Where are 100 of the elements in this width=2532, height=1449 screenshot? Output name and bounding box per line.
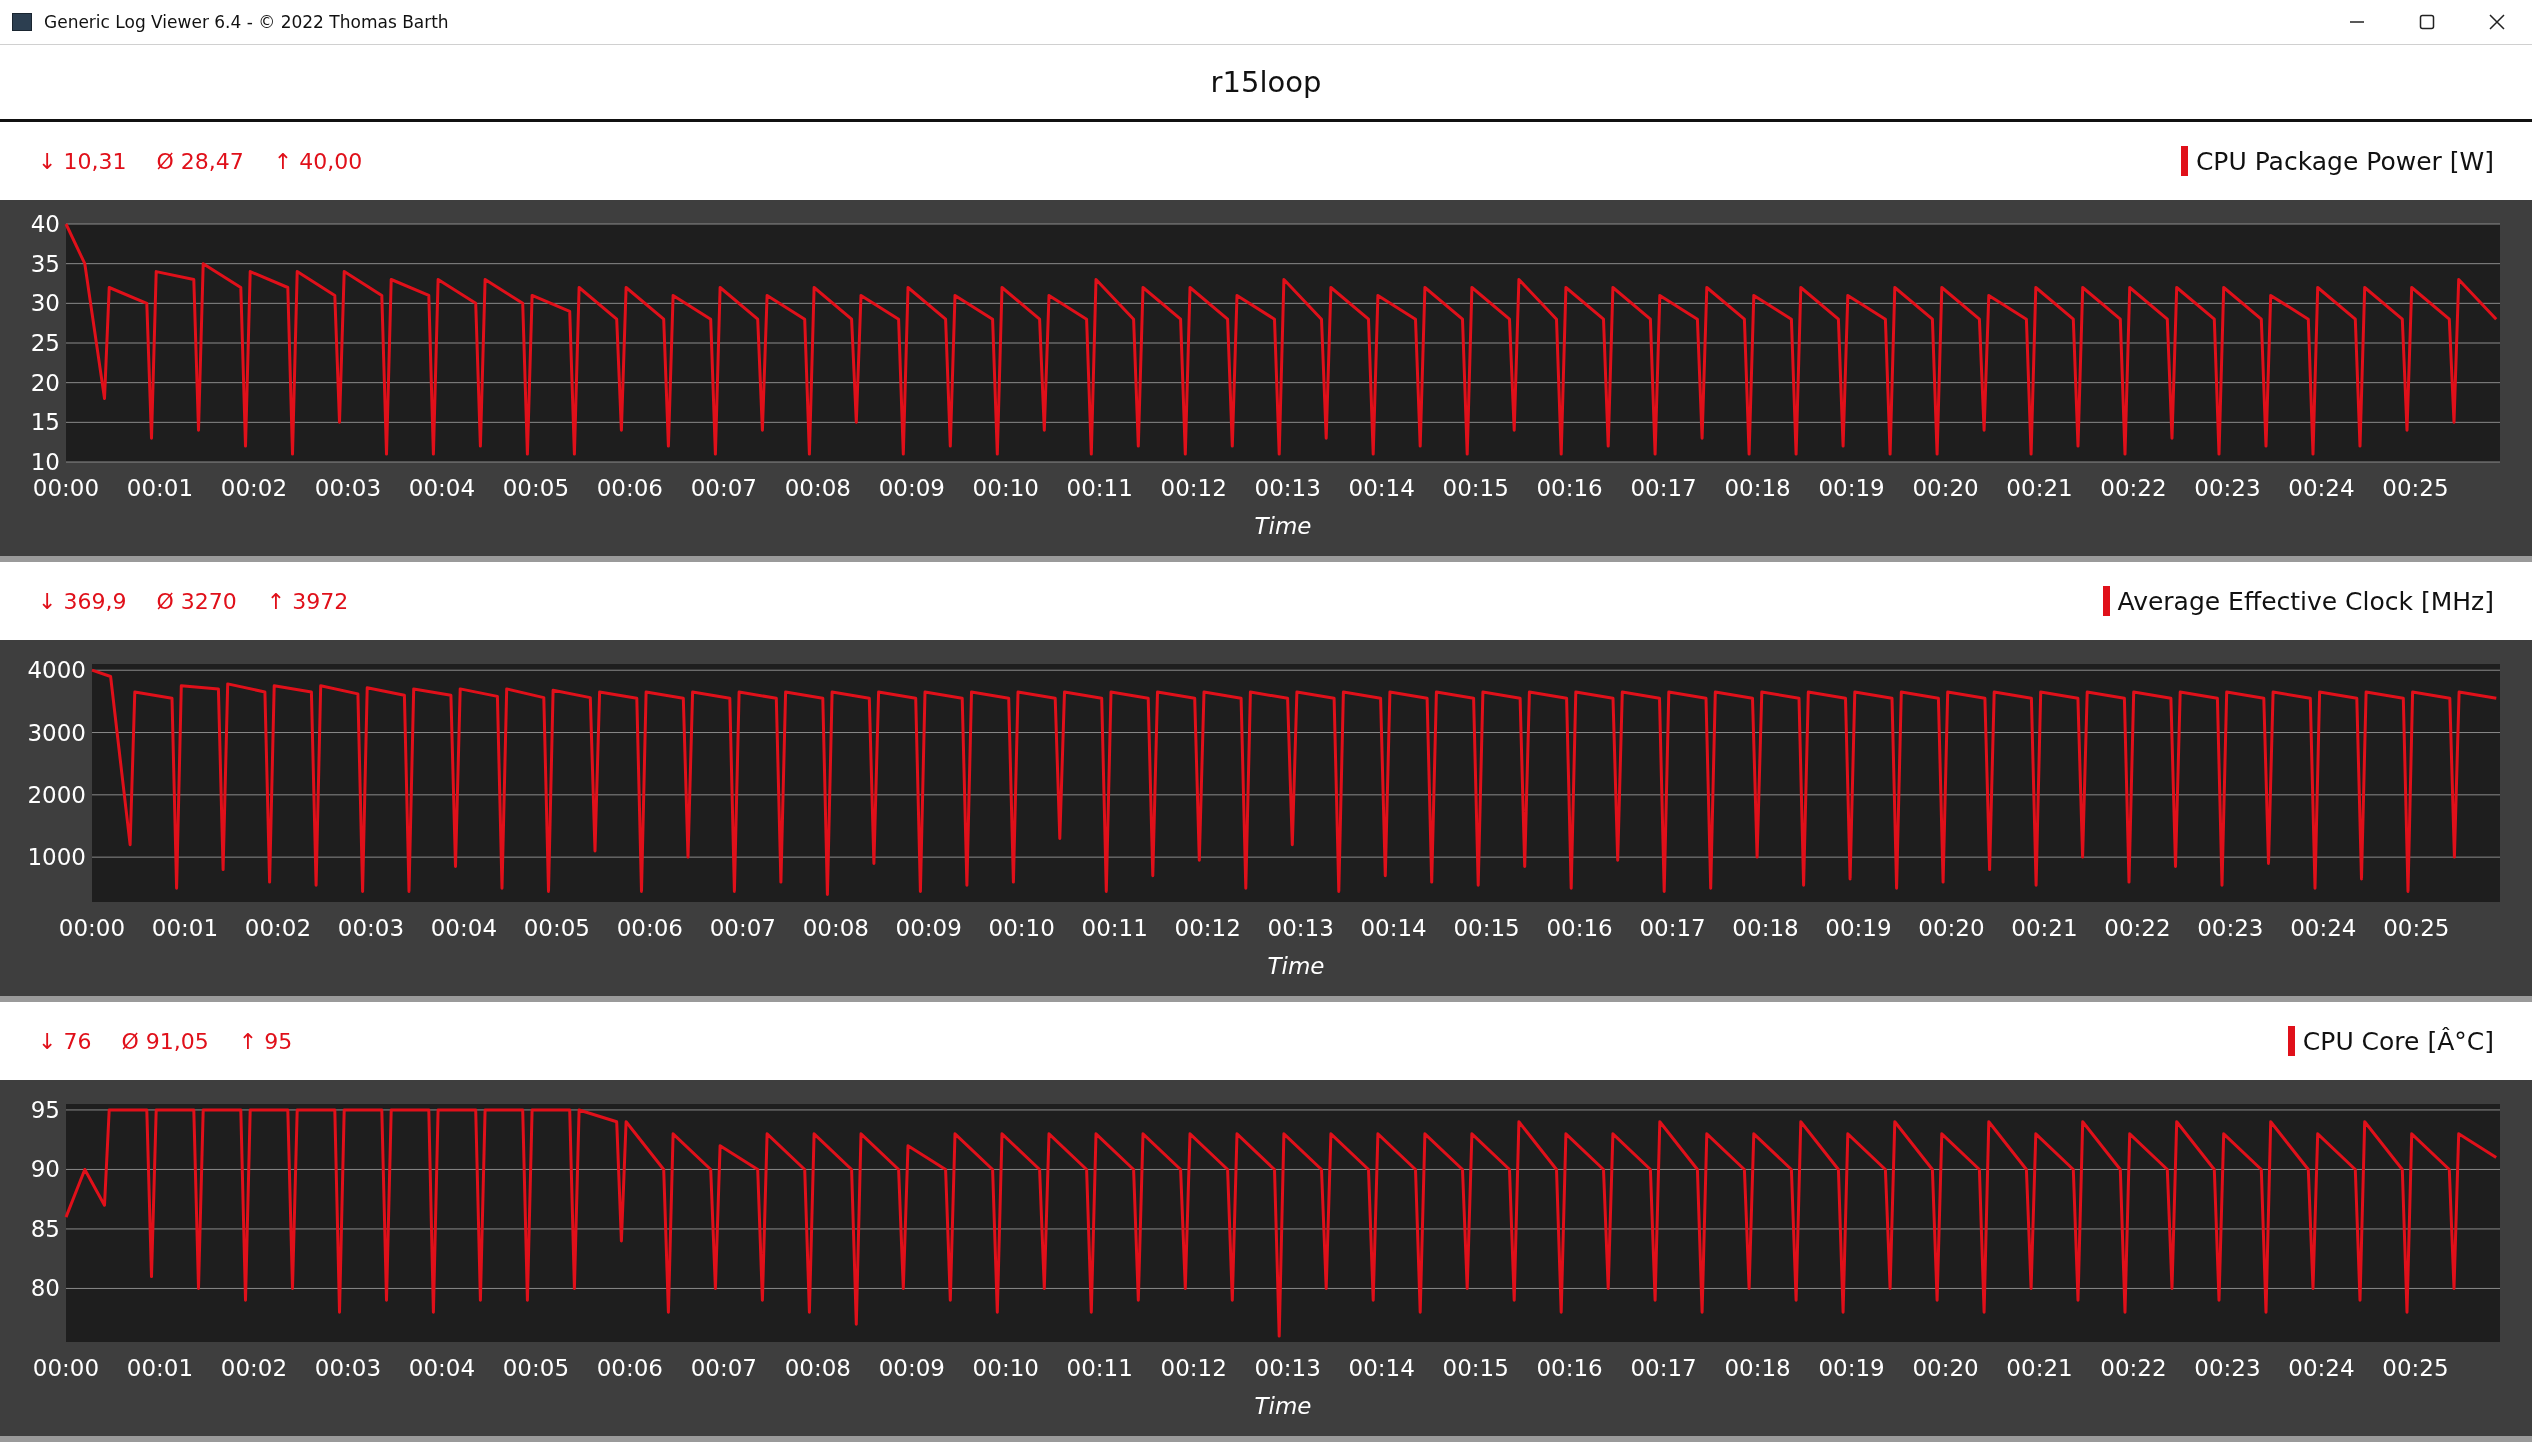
axis-tick-label: 00:15: [1453, 915, 1520, 941]
axis-tick-label: 00:15: [1442, 1355, 1509, 1381]
axis-tick-label: 00:20: [1918, 915, 1985, 941]
axis-tick-label: 00:22: [2100, 475, 2167, 501]
minimum-value: ↓ 10,31: [38, 148, 127, 174]
axis-tick-label: 00:18: [1724, 475, 1791, 501]
close-icon: [2489, 14, 2505, 30]
axis-tick-label: 00:06: [596, 1355, 663, 1381]
axis-tick-label: 00:01: [126, 1355, 194, 1381]
axis-tick-label: 00:17: [1639, 915, 1706, 941]
axis-tick-label: 3000: [27, 719, 86, 746]
axis-tick-label: 00:10: [988, 915, 1055, 941]
axis-tick-label: 00:14: [1360, 915, 1427, 941]
app-icon: [12, 13, 32, 31]
axis-tick-label: 00:06: [616, 915, 683, 941]
axis-tick-label: 00:12: [1160, 475, 1227, 501]
axis-tick-label: 00:02: [220, 475, 288, 501]
axis-tick-label: 40: [30, 211, 60, 237]
axis-tick-label: 00:00: [58, 915, 126, 941]
axis-tick-label: 00:11: [1066, 475, 1133, 501]
axis-tick-label: 00:14: [1348, 1355, 1415, 1381]
legend-label: CPU Core [Â°C]: [2302, 1026, 2494, 1056]
axis-tick-label: 00:14: [1348, 475, 1415, 501]
axis-tick-label: 00:01: [151, 915, 219, 941]
axis-tick-label: 00:03: [337, 915, 405, 941]
axis-tick-label: 00:25: [2382, 475, 2449, 501]
axis-tick-label: 00:07: [709, 915, 776, 941]
average-value: Ø 3270: [156, 588, 237, 614]
axis-tick-label: 00:07: [690, 1355, 757, 1381]
maximum-value: ↑ 40,00: [273, 148, 363, 174]
axis-tick-label: 85: [30, 1215, 60, 1242]
axis-tick-label: 00:16: [1536, 1355, 1603, 1381]
axis-tick-label: 20: [30, 369, 60, 396]
axis-tick-label: 00:05: [502, 475, 570, 501]
axis-tick-label: 25: [30, 330, 60, 356]
axis-tick-label: 00:21: [2011, 915, 2078, 941]
axis-tick-label: 00:18: [1724, 1355, 1791, 1381]
average-value: Ø 91,05: [121, 1028, 209, 1054]
axis-tick-label: 00:09: [878, 475, 945, 501]
axis-tick-label: 00:17: [1630, 1355, 1697, 1381]
axis-tick-label: 00:02: [220, 1355, 288, 1381]
axis-tick-label: 00:07: [690, 475, 757, 501]
axis-tick-label: 90: [30, 1156, 60, 1183]
axis-tick-label: 00:22: [2100, 1355, 2167, 1381]
axis-tick-label: 00:18: [1732, 915, 1799, 941]
minimum-value: ↓ 369,9: [38, 588, 127, 614]
axis-tick-label: 00:21: [2006, 1355, 2073, 1381]
maximize-icon: [2419, 14, 2435, 30]
window-title: Generic Log Viewer 6.4 - © 2022 Thomas Barth: [44, 12, 450, 32]
axis-tick-label: 00:20: [1912, 475, 1979, 501]
axis-tick-label: 00:23: [2197, 915, 2264, 941]
axis-tick-label: 00:13: [1254, 475, 1321, 501]
axis-tick-label: 00:23: [2194, 475, 2261, 501]
axis-tick-label: 00:00: [32, 475, 100, 501]
axis-tick-label: 00:04: [408, 1355, 476, 1381]
axis-tick-label: 00:08: [784, 1355, 851, 1381]
axis-title: Time: [1254, 513, 1312, 539]
minimize-icon: [2350, 21, 2364, 23]
axis-tick-label: 00:25: [2382, 1355, 2449, 1381]
axis-tick-label: 00:16: [1536, 475, 1603, 501]
legend-label: CPU Package Power [W]: [2195, 146, 2494, 176]
axis-tick-label: 00:01: [126, 475, 194, 501]
axis-tick-label: 1000: [27, 844, 86, 871]
axis-tick-label: 00:11: [1081, 915, 1148, 941]
axis-tick-label: 80: [30, 1275, 60, 1302]
axis-tick-label: 00:10: [972, 1355, 1039, 1381]
axis-tick-label: 30: [30, 290, 60, 317]
axis-tick-label: 00:11: [1066, 1355, 1133, 1381]
legend-label: Average Effective Clock [MHz]: [2117, 586, 2494, 616]
axis-tick-label: 2000: [27, 781, 86, 808]
axis-tick-label: 95: [30, 1096, 60, 1123]
axis-tick-label: 00:02: [244, 915, 312, 941]
axis-tick-label: 00:19: [1825, 915, 1892, 941]
axis-tick-label: 00:05: [502, 1355, 570, 1381]
axis-tick-label: 00:04: [408, 475, 476, 501]
axis-tick-label: 00:23: [2194, 1355, 2261, 1381]
axis-tick-label: 00:25: [2383, 915, 2450, 941]
axis-tick-label: 00:20: [1912, 1355, 1979, 1381]
axis-tick-label: 00:17: [1630, 475, 1697, 501]
axis-tick-label: 00:03: [314, 1355, 382, 1381]
axis-title: Time: [1254, 1393, 1312, 1419]
axis-tick-label: 00:19: [1818, 475, 1885, 501]
axis-tick-label: 00:08: [802, 915, 869, 941]
axis-tick-label: 00:24: [2288, 1355, 2355, 1381]
axis-tick-label: 00:15: [1442, 475, 1509, 501]
axis-tick-label: 00:24: [2290, 915, 2357, 941]
axis-tick-label: 00:19: [1818, 1355, 1885, 1381]
maximum-value: ↑ 95: [238, 1028, 293, 1054]
axis-tick-label: 00:22: [2104, 915, 2171, 941]
axis-tick-label: 00:03: [314, 475, 382, 501]
maximum-value: ↑ 3972: [266, 588, 349, 614]
axis-tick-label: 00:13: [1254, 1355, 1321, 1381]
axis-title: Time: [1267, 953, 1325, 979]
average-value: Ø 28,47: [156, 148, 244, 174]
axis-tick-label: 00:21: [2006, 475, 2073, 501]
axis-tick-label: 00:12: [1174, 915, 1241, 941]
axis-tick-label: 00:12: [1160, 1355, 1227, 1381]
axis-tick-label: 00:16: [1546, 915, 1613, 941]
axis-tick-label: 00:00: [32, 1355, 100, 1381]
axis-tick-label: 4000: [27, 657, 86, 684]
